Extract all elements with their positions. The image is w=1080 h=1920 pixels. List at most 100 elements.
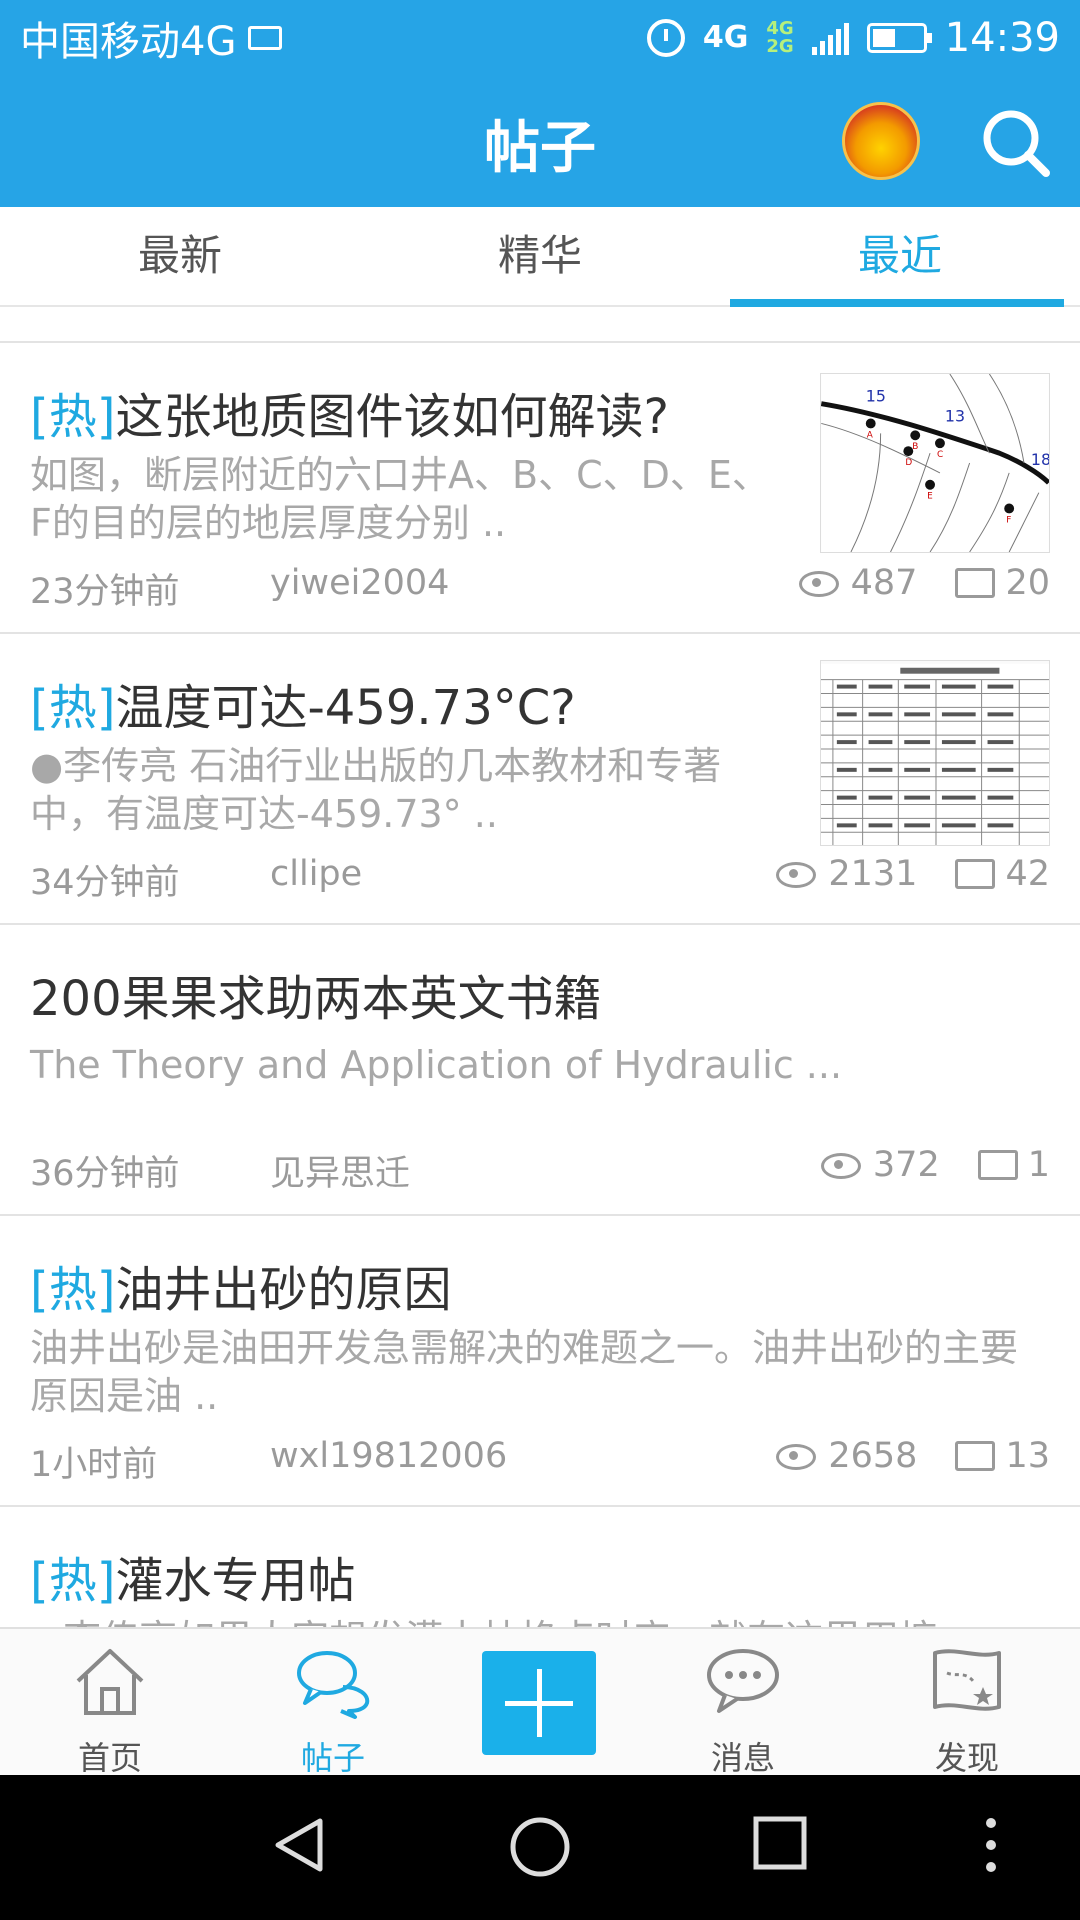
nav-messages-label: 消息 <box>710 1739 775 1777</box>
post-title-text: 温度可达-459.73°C? <box>115 680 576 736</box>
eye-icon <box>776 862 817 888</box>
keyboard-icon <box>248 25 283 50</box>
status-bar: 中国移动4G 4G 4G 2G 14:39 <box>0 0 1080 75</box>
comment-icon <box>955 1441 996 1471</box>
hot-badge: [热] <box>30 1262 116 1318</box>
post-author[interactable]: yiwei2004 <box>270 563 449 603</box>
view-count: 372 <box>872 1145 940 1185</box>
list-item[interactable]: [热]油井出砂的原因 油井出砂是油田开发急需解决的难题之一。油井出砂的主要原因是… <box>0 1216 1080 1507</box>
post-excerpt: ●李传亮如果人家想发灌水帖格点时宜，就有这里用塘 <box>30 1615 1050 1627</box>
thumb-label: F <box>1006 515 1011 525</box>
thumb-label: 15 <box>866 387 886 406</box>
comment-icon <box>977 1150 1018 1180</box>
post-title: [热]油井出砂的原因 <box>30 1250 451 1320</box>
post-title: [热]灌水专用帖 <box>30 1541 355 1611</box>
app-header: 帖子 <box>0 75 1080 207</box>
nav-posts[interactable]: 帖子 <box>253 1643 413 1779</box>
list-item[interactable] <box>0 307 1080 343</box>
post-list[interactable]: [热]这张地质图件该如何解读? 如图，断层附近的六口井A、B、C、D、E、F的目… <box>0 307 1080 1627</box>
avatar[interactable] <box>842 102 920 180</box>
system-nav-bar <box>0 1775 1080 1920</box>
post-thumbnail[interactable]: 15 13 18 A B C D E F <box>820 373 1050 553</box>
post-excerpt: The Theory and Application of Hydraulic … <box>30 1043 843 1087</box>
post-title: [热]这张地质图件该如何解读? <box>30 377 669 447</box>
tab-bar: 最新 精华 最近 <box>0 207 1080 307</box>
comment-icon <box>955 859 996 889</box>
back-icon[interactable] <box>270 1815 330 1875</box>
post-stats: 487 20 <box>798 563 1050 603</box>
hot-badge: [热] <box>30 389 116 445</box>
comment-count: 42 <box>1005 854 1050 894</box>
map-icon <box>933 1649 1001 1711</box>
recent-apps-icon[interactable] <box>752 1815 808 1871</box>
post-thumbnail[interactable] <box>820 660 1050 846</box>
thumb-label: E <box>927 492 933 502</box>
post-title-text: 200果果求助两本英文书籍 <box>30 971 602 1027</box>
view-count: 487 <box>850 563 918 603</box>
thumb-label: 13 <box>945 406 965 425</box>
post-time: 23分钟前 <box>30 572 180 612</box>
nav-home[interactable]: 首页 <box>30 1643 190 1779</box>
alarm-icon <box>646 18 685 57</box>
comment-icon <box>955 568 996 598</box>
message-icon <box>707 1649 779 1713</box>
thumb-label: A <box>867 430 873 440</box>
comment-count: 20 <box>1005 563 1050 603</box>
chat-bubbles-icon <box>297 1651 370 1719</box>
nav-posts-label: 帖子 <box>300 1739 365 1777</box>
post-stats: 2658 13 <box>776 1436 1050 1476</box>
carrier-info: 中国移动4G <box>20 9 647 67</box>
post-meta: 36分钟前 见异思迁 372 1 <box>30 1145 1050 1196</box>
eye-icon <box>798 571 839 597</box>
comment-count: 1 <box>1027 1145 1050 1185</box>
home-circle-icon[interactable] <box>508 1815 572 1879</box>
nav-discover-label: 发现 <box>934 1739 999 1777</box>
post-time: 36分钟前 <box>30 1154 180 1194</box>
search-icon[interactable] <box>980 107 1052 179</box>
post-meta: 1小时前 wxl19812006 2658 13 <box>30 1436 1050 1485</box>
nav-discover[interactable]: 发现 <box>887 1643 1047 1779</box>
list-item[interactable]: [热]灌水专用帖 ●李传亮如果人家想发灌水帖格点时宜，就有这里用塘 <box>0 1507 1080 1627</box>
tab-latest[interactable]: 最新 <box>0 207 360 305</box>
thumb-label: D <box>905 458 912 468</box>
post-time: 34分钟前 <box>30 863 180 903</box>
post-title: 200果果求助两本英文书籍 <box>30 959 602 1029</box>
post-stats: 2131 42 <box>776 854 1050 894</box>
post-meta: 23分钟前 yiwei2004 487 20 <box>30 563 1050 612</box>
post-title-text: 油井出砂的原因 <box>115 1262 452 1318</box>
eye-icon <box>776 1444 817 1470</box>
post-title: [热]温度可达-459.73°C? <box>30 668 576 738</box>
post-time: 1小时前 <box>30 1445 158 1485</box>
tab-featured[interactable]: 精华 <box>360 207 720 305</box>
nav-home-label: 首页 <box>77 1739 142 1777</box>
post-author[interactable]: wxl19812006 <box>270 1436 507 1476</box>
signal-icon <box>811 21 849 55</box>
tab-recent[interactable]: 最近 <box>720 207 1080 307</box>
post-excerpt: 如图，断层附近的六口井A、B、C、D、E、F的目的层的地层厚度分别 .. <box>30 453 770 545</box>
bottom-nav: 首页 帖子 消息 发现 <box>0 1627 1080 1777</box>
post-meta: 34分钟前 cllipe 2131 42 <box>30 854 1050 903</box>
post-author[interactable]: cllipe <box>270 854 362 894</box>
hot-badge: [热] <box>30 680 116 736</box>
nav-messages[interactable]: 消息 <box>663 1643 823 1779</box>
post-title-text: 这张地质图件该如何解读? <box>115 389 669 445</box>
network-dual-label: 4G 2G <box>766 17 794 56</box>
post-author[interactable]: 见异思迁 <box>270 1145 410 1196</box>
post-excerpt: 油井出砂是油田开发急需解决的难题之一。油井出砂的主要原因是油 .. <box>30 1326 1019 1418</box>
comment-count: 13 <box>1005 1436 1050 1476</box>
network-type: 4G <box>702 19 749 55</box>
post-stats: 372 1 <box>820 1145 1050 1185</box>
view-count: 2131 <box>828 854 918 894</box>
more-options-icon[interactable] <box>984 1815 998 1875</box>
network-top-label: 4G <box>766 17 794 39</box>
add-post-button[interactable] <box>482 1651 596 1755</box>
list-item[interactable]: [热]温度可达-459.73°C? ●李传亮 石油行业出版的几本教材和专著中，有… <box>0 634 1080 925</box>
view-count: 2658 <box>828 1436 918 1476</box>
hot-badge: [热] <box>30 1553 116 1609</box>
home-icon <box>76 1649 144 1715</box>
carrier-label: 中国移动4G <box>20 18 237 65</box>
list-item[interactable]: [热]这张地质图件该如何解读? 如图，断层附近的六口井A、B、C、D、E、F的目… <box>0 343 1080 634</box>
list-item[interactable]: 200果果求助两本英文书籍 The Theory and Application… <box>0 925 1080 1216</box>
clock: 14:39 <box>944 14 1060 61</box>
eye-icon <box>820 1153 861 1179</box>
